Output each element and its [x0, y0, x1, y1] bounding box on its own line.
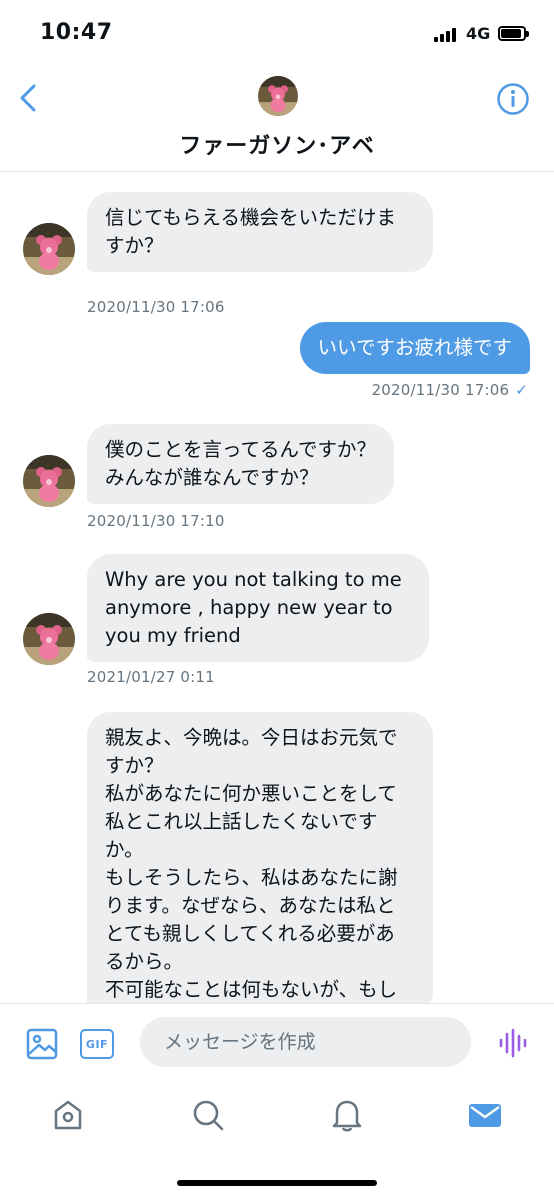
contact-name: ファーガソン･アベ — [179, 134, 375, 159]
message-text: すか？ — [105, 234, 164, 257]
info-button[interactable] — [496, 82, 530, 116]
info-icon — [497, 83, 529, 115]
message-text: 信じてもらえる機会をいただけま — [105, 206, 396, 229]
tab-notifications[interactable] — [329, 1097, 365, 1133]
image-icon — [26, 1028, 58, 1060]
message-timestamp: 2021/01/27 0:11 — [87, 668, 215, 686]
message-bubble[interactable]: 僕のことを言ってるんですか？ みんなが誰なんですか？ — [87, 424, 395, 504]
message-bubble[interactable]: Why are you not talking to me anymore , … — [87, 554, 429, 662]
image-button[interactable] — [26, 1028, 58, 1060]
timestamp-text: 2020/11/30 17:06 — [371, 381, 510, 399]
home-indicator — [177, 1180, 377, 1186]
voice-waveform-icon — [499, 1028, 527, 1058]
notifications-icon — [332, 1100, 362, 1132]
message-timestamp: 2020/11/30 17:06 — [87, 298, 225, 316]
sender-avatar[interactable] — [23, 613, 75, 665]
chevron-left-icon — [20, 84, 36, 112]
message-text: 私とこれ以上話したくないです — [105, 810, 378, 833]
header-avatar[interactable] — [258, 76, 298, 116]
sender-avatar[interactable] — [23, 223, 75, 275]
messages-icon — [469, 1104, 501, 1127]
message-text: 不可能なことは何もないが、もし — [105, 978, 398, 1001]
sent-check-icon: ✓ — [515, 381, 528, 399]
battery-icon — [498, 26, 529, 41]
message-text: Why are you not talking to me — [105, 568, 402, 591]
back-button[interactable] — [14, 82, 44, 114]
status-bar: 10:47 4G — [0, 0, 554, 68]
message-text: ります。なぜなら、あなたは私と — [105, 894, 396, 917]
gif-button[interactable]: GIF — [80, 1029, 114, 1059]
tab-messages[interactable] — [467, 1097, 503, 1133]
conversation-header: ファーガソン･アベ — [0, 68, 554, 172]
message-bubble[interactable]: 親友よ、今晩は。今日はお元気で すか？ 私があなたに何か悪いことをして 私とこれ… — [87, 712, 433, 1003]
message-text: you my friend — [105, 624, 241, 647]
message-bubble[interactable]: 信じてもらえる機会をいただけま すか？ — [87, 192, 433, 272]
message-text: みんなが誰なんですか？ — [105, 466, 319, 489]
message-input[interactable] — [140, 1017, 471, 1067]
message-text: anymore , happy new year to — [105, 596, 393, 619]
message-text: もしそうしたら、私はあなたに謝 — [105, 866, 398, 889]
message-text: 親友よ、今晩は。今日はお元気で — [105, 726, 398, 749]
home-icon — [54, 1100, 82, 1130]
tab-home[interactable] — [50, 1097, 86, 1133]
sender-avatar[interactable] — [23, 455, 75, 507]
message-bubble[interactable]: いいですお疲れ様です — [299, 322, 530, 374]
message-text: 私があなたに何か悪いことをして — [105, 782, 397, 805]
signal-strength-icon — [434, 28, 458, 42]
status-time: 10:47 — [40, 20, 113, 45]
message-text: 僕のことを言ってるんですか？ — [105, 438, 377, 461]
message-text: とても親しくしてくれる必要があ — [105, 922, 395, 945]
message-composer: GIF — [0, 1003, 554, 1079]
message-timestamp: 2020/11/30 17:06 ✓ — [372, 381, 528, 399]
message-text: すか？ — [105, 754, 164, 777]
network-type: 4G — [466, 24, 491, 43]
tab-search[interactable] — [190, 1097, 226, 1133]
message-list[interactable]: 信じてもらえる機会をいただけま すか？ 2020/11/30 17:06 いいで… — [0, 173, 554, 1003]
message-text: か。 — [105, 838, 144, 861]
message-text: るから。 — [105, 950, 184, 973]
voice-message-button[interactable] — [498, 1028, 528, 1058]
message-timestamp: 2020/11/30 17:10 — [87, 512, 225, 530]
search-icon — [193, 1100, 224, 1131]
message-text: いいですお疲れ様です — [317, 336, 512, 359]
